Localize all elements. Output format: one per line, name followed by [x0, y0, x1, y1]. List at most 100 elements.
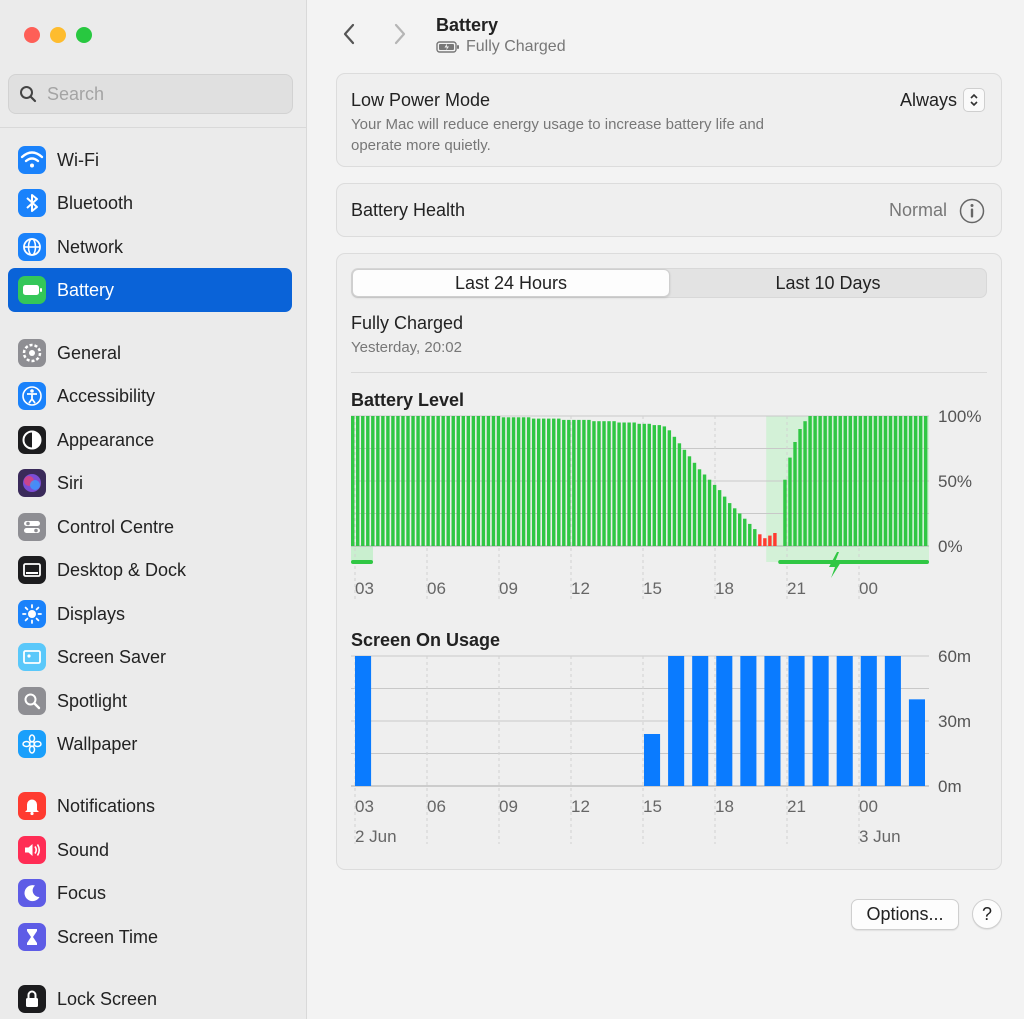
- battery-bar: [516, 417, 521, 546]
- battery-bar: [396, 416, 400, 546]
- battery-bar: [642, 423, 646, 546]
- sidebar-item-focus[interactable]: Focus: [8, 871, 292, 915]
- battery-bar: [743, 518, 747, 546]
- sidebar-item-siri[interactable]: Siri: [8, 461, 292, 505]
- battery-bar: [421, 416, 425, 546]
- sidebar-item-label: Appearance: [57, 429, 155, 450]
- sidebar-item-sound[interactable]: Sound: [8, 828, 292, 872]
- back-button[interactable]: [335, 20, 363, 48]
- tab-last-24-hours[interactable]: Last 24 Hours: [352, 269, 670, 297]
- usage-card: Last 24 Hours Last 10 Days Fully Charged…: [336, 253, 1002, 870]
- battery-bar: [788, 457, 792, 546]
- battery-bar: [461, 416, 465, 546]
- battery-bar: [361, 416, 365, 546]
- battery-bar: [893, 416, 898, 546]
- battery-bar: [441, 416, 445, 546]
- battery-bar: [612, 421, 616, 546]
- sidebar-item-label: Focus: [57, 882, 107, 903]
- sidebar-divider: [0, 127, 306, 128]
- zoom-window-button[interactable]: [76, 27, 92, 43]
- sidebar-item-control-centre[interactable]: Control Centre: [8, 505, 292, 549]
- hourglass-icon: [18, 923, 46, 951]
- battery-bar: [888, 416, 893, 546]
- info-icon: [959, 198, 985, 224]
- sidebar-item-label: General: [57, 342, 122, 363]
- battery-bar: [808, 416, 812, 546]
- battery-bar: [918, 416, 923, 546]
- battery-bar: [491, 416, 496, 546]
- battery-status-icon: [436, 41, 459, 53]
- battery-bar: [526, 417, 531, 546]
- battery-bar: [622, 422, 626, 546]
- x-tick-label: 18: [715, 797, 734, 816]
- battery-bar: [632, 422, 636, 546]
- minimize-window-button[interactable]: [50, 27, 66, 43]
- sidebar-item-network[interactable]: Network: [8, 225, 292, 269]
- sidebar-item-accessibility[interactable]: Accessibility: [8, 374, 292, 418]
- battery-bar: [521, 417, 526, 546]
- sidebar-item-label: Desktop & Dock: [57, 559, 187, 580]
- battery-bar: [722, 496, 727, 546]
- battery-bar: [717, 490, 722, 546]
- sidebar-item-general[interactable]: General: [8, 331, 292, 375]
- screen-usage-bar: [692, 656, 709, 786]
- info-button[interactable]: [959, 198, 985, 229]
- battery-bar: [773, 533, 777, 546]
- battery-bar: [496, 416, 501, 546]
- battery-bar: [903, 416, 908, 546]
- battery-bar: [466, 416, 471, 546]
- battery-bar: [853, 416, 858, 546]
- battery-bar: [813, 416, 817, 546]
- y-tick-label: 30m: [938, 712, 971, 731]
- battery-bar: [647, 423, 651, 546]
- sidebar-item-label: Sound: [57, 839, 110, 860]
- x-tick-label: 03: [355, 579, 374, 598]
- battery-bar: [677, 443, 682, 546]
- sidebar-item-battery[interactable]: Battery: [8, 268, 292, 312]
- close-window-button[interactable]: [24, 27, 40, 43]
- battery-bar: [702, 474, 707, 546]
- sidebar-item-wallpaper[interactable]: Wallpaper: [8, 722, 292, 766]
- battery-bar: [727, 503, 732, 546]
- options-button[interactable]: Options...: [851, 899, 959, 930]
- battery-bar: [481, 416, 486, 546]
- low-power-select[interactable]: Always: [900, 88, 985, 112]
- y-tick-label: 100%: [938, 410, 981, 426]
- card-divider: [351, 372, 987, 373]
- screen-usage-bar: [812, 656, 829, 786]
- sidebar-item-wi-fi[interactable]: Wi-Fi: [8, 138, 292, 182]
- page-title: Battery: [436, 15, 499, 35]
- tab-last-10-days[interactable]: Last 10 Days: [670, 269, 986, 297]
- battery-bar: [501, 417, 506, 546]
- sidebar-item-spotlight[interactable]: Spotlight: [8, 679, 292, 723]
- screen-usage-bar: [908, 699, 925, 786]
- help-button[interactable]: ?: [972, 899, 1002, 929]
- battery-bar: [386, 416, 390, 546]
- sidebar-item-notifications[interactable]: Notifications: [8, 784, 292, 828]
- battery-bar: [597, 421, 601, 546]
- sidebar-item-label: Siri: [57, 472, 83, 493]
- sidebar-item-displays[interactable]: Displays: [8, 592, 292, 636]
- forward-button[interactable]: [386, 20, 414, 48]
- battery-bar: [823, 416, 827, 546]
- chevron-left-icon: [343, 23, 355, 45]
- lock-icon: [18, 985, 46, 1013]
- battery-bar: [506, 417, 511, 546]
- sidebar-item-lock-screen[interactable]: Lock Screen: [8, 977, 292, 1019]
- sidebar-item-screen-saver[interactable]: Screen Saver: [8, 635, 292, 679]
- battery-bar: [908, 416, 913, 546]
- battery-bar: [898, 416, 903, 546]
- sidebar-item-bluetooth[interactable]: Bluetooth: [8, 181, 292, 225]
- battery-bar: [803, 421, 807, 546]
- sidebar-item-appearance[interactable]: Appearance: [8, 418, 292, 462]
- battery-bar: [446, 416, 450, 546]
- battery-bar: [406, 416, 410, 546]
- battery-bar: [456, 416, 460, 546]
- sidebar-item-desktop-dock[interactable]: Desktop & Dock: [8, 548, 292, 592]
- battery-bar: [697, 469, 702, 546]
- battery-bar: [371, 416, 375, 546]
- sidebar-item-screen-time[interactable]: Screen Time: [8, 915, 292, 959]
- search-field[interactable]: Search: [8, 74, 293, 114]
- battery-bar: [783, 479, 787, 546]
